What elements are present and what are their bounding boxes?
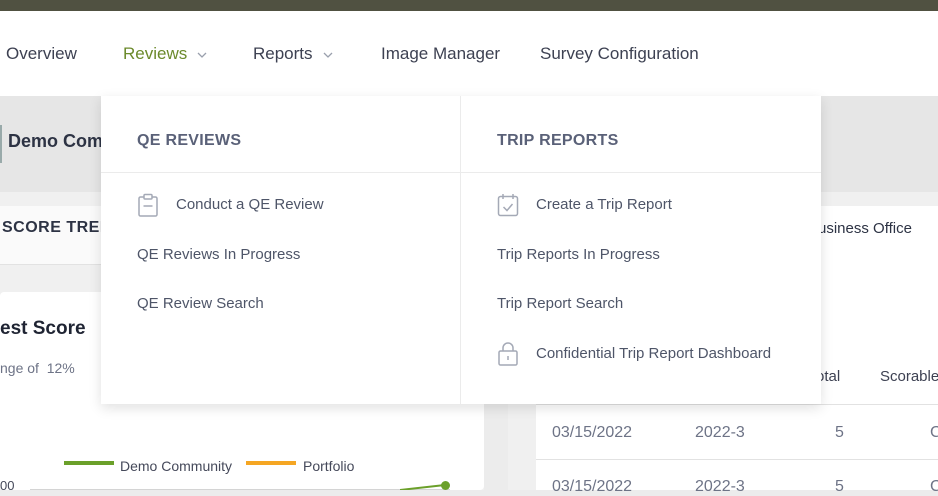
create-trip-report-link[interactable]: Create a Trip Report bbox=[536, 196, 672, 213]
trip-reports-header: TRIP REPORTS bbox=[497, 132, 619, 149]
clipboard-icon bbox=[138, 193, 158, 217]
legend-demo-community: Demo Community bbox=[120, 458, 233, 474]
trip-report-search-link[interactable]: Trip Report Search bbox=[497, 295, 623, 312]
table-cell-total: 5 bbox=[835, 478, 844, 495]
table-divider bbox=[536, 459, 938, 460]
nav-image-manager[interactable]: Image Manager bbox=[381, 44, 500, 64]
table-cell-period: 2022-3 bbox=[695, 478, 745, 495]
change-value: 12% bbox=[46, 360, 75, 376]
reviews-dropdown-menu: QE REVIEWS Conduct a QE Review QE Review… bbox=[101, 96, 821, 404]
qe-review-search-link[interactable]: QE Review Search bbox=[137, 295, 264, 312]
qe-reviews-header: QE REVIEWS bbox=[137, 132, 242, 149]
trip-reports-in-progress-link[interactable]: Trip Reports In Progress bbox=[497, 246, 660, 263]
nav-reports-label: Reports bbox=[253, 44, 313, 63]
calendar-check-icon bbox=[497, 194, 519, 217]
nav-overview[interactable]: Overview bbox=[6, 44, 77, 64]
nav-reports[interactable]: Reports bbox=[253, 44, 333, 64]
confidential-trip-report-dashboard-link[interactable]: Confidential Trip Report Dashboard bbox=[536, 345, 771, 362]
legend-swatch-portfolio bbox=[246, 461, 296, 465]
chevron-down-icon bbox=[323, 52, 332, 58]
chevron-down-icon bbox=[197, 52, 207, 58]
legend-swatch-demo-community bbox=[64, 461, 114, 465]
nav-reviews[interactable]: Reviews bbox=[123, 44, 207, 64]
conduct-qe-review-link[interactable]: Conduct a QE Review bbox=[176, 196, 324, 213]
y-tick-label: 00 bbox=[0, 478, 15, 493]
lock-icon bbox=[498, 342, 518, 366]
nav-survey-configuration[interactable]: Survey Configuration bbox=[540, 44, 699, 64]
divider bbox=[461, 172, 821, 173]
community-name: Demo Com bbox=[8, 131, 104, 151]
legend-portfolio: Portfolio bbox=[303, 458, 355, 474]
qe-reviews-in-progress-link[interactable]: QE Reviews In Progress bbox=[137, 246, 300, 263]
top-bar bbox=[0, 0, 938, 11]
score-trend-title: SCORE TREN bbox=[2, 219, 112, 236]
qe-reviews-column: QE REVIEWS Conduct a QE Review QE Review… bbox=[101, 96, 461, 404]
main-nav: Overview Reviews Reports Image Manager S… bbox=[0, 11, 938, 96]
table-cell-date: 03/15/2022 bbox=[552, 478, 633, 495]
business-office-filter[interactable]: usiness Office bbox=[818, 220, 912, 237]
best-score-title: est Score bbox=[0, 318, 86, 339]
divider bbox=[101, 172, 460, 173]
table-cell-total: 5 bbox=[835, 424, 844, 441]
nav-reviews-label: Reviews bbox=[123, 44, 188, 63]
change-label: nge of bbox=[0, 360, 39, 376]
trip-reports-column: TRIP REPORTS Create a Trip Report Trip R… bbox=[461, 96, 821, 404]
table-cell-scorable: C bbox=[930, 424, 938, 441]
table-divider bbox=[536, 404, 938, 405]
change-text: nge of 12% bbox=[0, 360, 75, 376]
table-cell-date: 03/15/2022 bbox=[552, 424, 633, 441]
series-point[interactable] bbox=[441, 481, 450, 490]
table-header-scorable[interactable]: Scorable bbox=[880, 368, 938, 385]
table-cell-scorable: C bbox=[930, 478, 938, 495]
table-cell-period: 2022-3 bbox=[695, 424, 745, 441]
